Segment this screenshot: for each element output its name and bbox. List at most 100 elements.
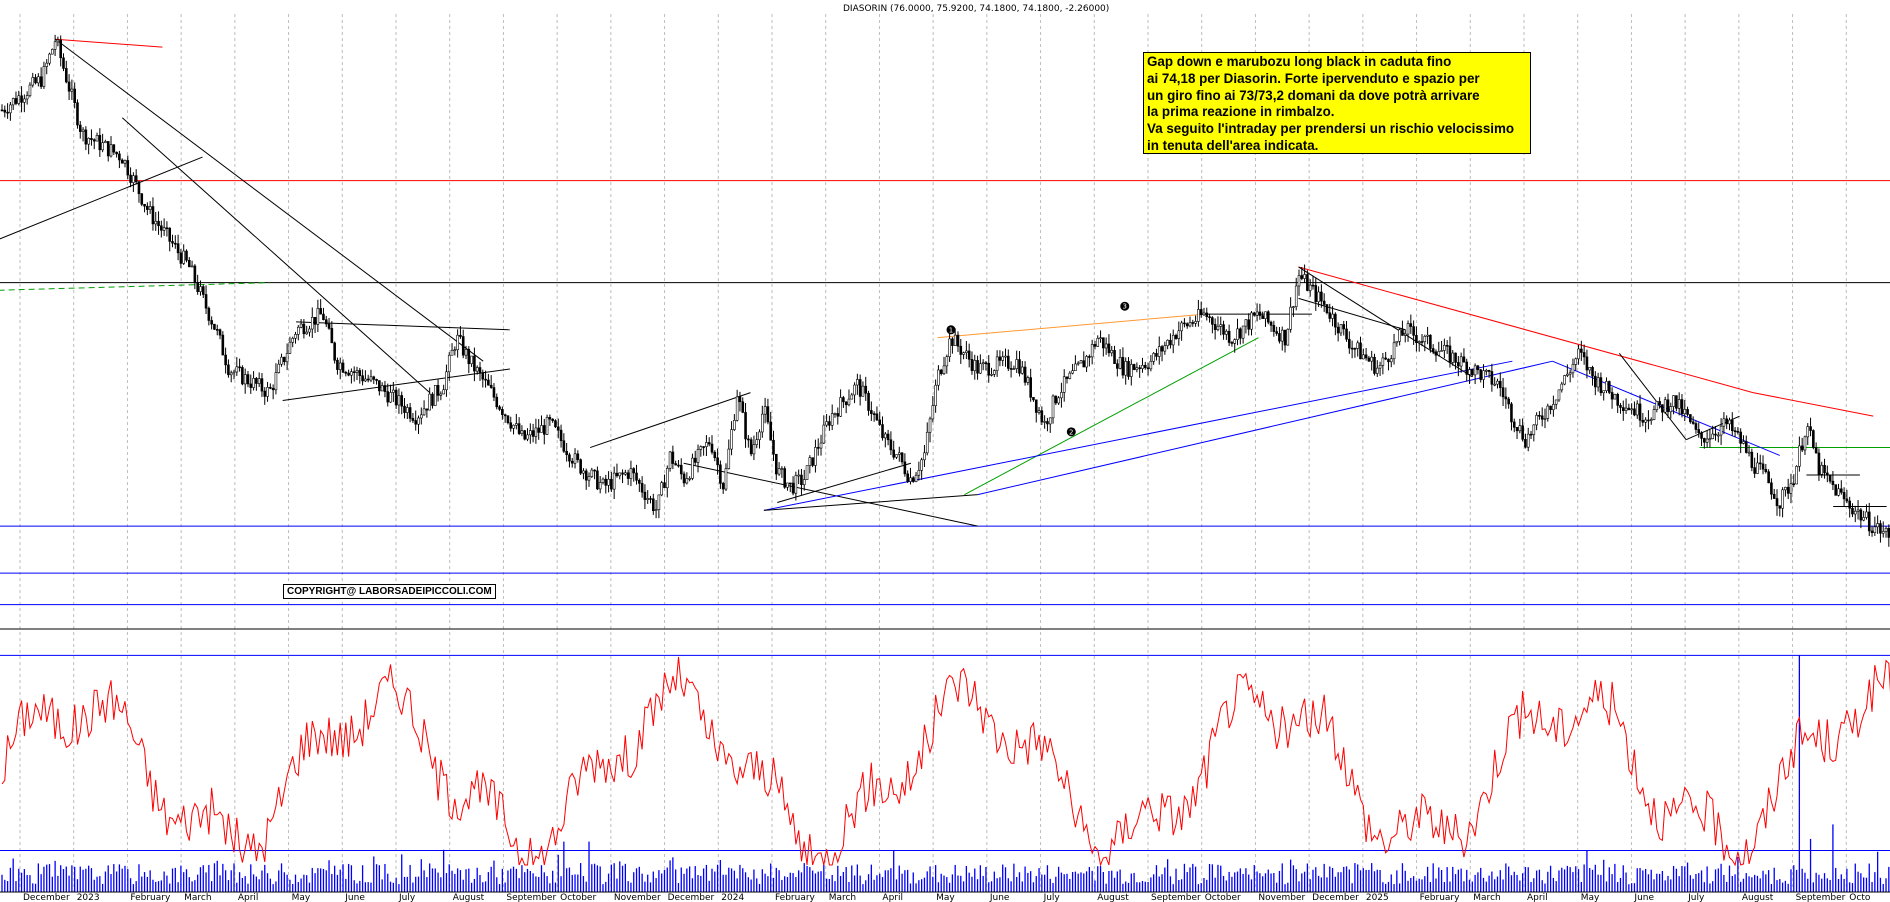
price-bar-body	[875, 413, 879, 421]
price-bar-body	[1789, 483, 1793, 494]
note-line: ai 74,18 per Diasorin. Forte ipervenduto…	[1147, 70, 1480, 86]
price-bar-body	[1336, 326, 1340, 334]
price-bar-body	[1638, 403, 1642, 421]
price-bar-body	[976, 360, 979, 374]
price-bar-body	[162, 227, 166, 231]
price-bar-body	[1733, 430, 1737, 433]
price-bar-body	[1129, 364, 1133, 377]
price-bar-body	[1071, 370, 1074, 374]
price-bar-body	[1093, 344, 1097, 347]
price-bar-body	[984, 362, 988, 365]
price-bar-body	[610, 478, 613, 490]
price-bar-body	[1826, 472, 1829, 476]
price-bar-body	[1532, 424, 1536, 435]
price-bar-body	[1183, 322, 1186, 325]
price-bar-body	[1496, 380, 1499, 385]
price-bar-body	[1356, 342, 1360, 349]
month-label: September	[1796, 893, 1846, 902]
price-bar-body	[101, 142, 104, 151]
price-bar-body	[816, 447, 820, 449]
price-bar-body	[308, 328, 311, 333]
price-bar-body	[1020, 366, 1024, 374]
price-bar-body	[112, 144, 116, 153]
price-bar-body	[210, 320, 213, 325]
price-bar-body	[1717, 434, 1720, 437]
price-bar-body	[1459, 356, 1463, 367]
price-bar-body	[1012, 368, 1016, 370]
price-bar-body	[1085, 356, 1088, 368]
price-bar-body	[587, 476, 591, 481]
price-bar-body	[185, 250, 188, 261]
price-bar-body	[1225, 330, 1228, 335]
price-bar-body	[341, 362, 345, 373]
price-bar-body	[1800, 445, 1804, 451]
month-label: March	[829, 893, 856, 902]
price-bar-body	[1560, 383, 1564, 391]
price-bar-body	[378, 380, 381, 392]
price-bar-body	[1504, 396, 1508, 400]
price-bar-body	[1398, 329, 1401, 342]
price-bar-body	[350, 371, 353, 376]
price-bar-body	[1169, 339, 1172, 346]
price-bar-body	[657, 494, 661, 510]
price-bar-body	[327, 323, 331, 329]
month-label: February	[130, 893, 171, 902]
price-bar-body	[1046, 421, 1049, 425]
price-bar-body	[241, 367, 244, 385]
price-bar-body	[428, 393, 431, 411]
month-label: November	[1258, 893, 1305, 902]
price-bar-body	[1518, 425, 1522, 432]
price-bar-body	[1798, 445, 1801, 467]
price-bar-body	[1090, 344, 1094, 358]
price-bar-body	[626, 472, 630, 479]
price-bar-body	[607, 478, 610, 486]
price-bar-body	[604, 478, 608, 486]
price-bar-body	[224, 354, 227, 366]
month-label: April	[882, 893, 903, 902]
price-bar-body	[1037, 410, 1041, 413]
price-bar-body	[294, 334, 297, 339]
price-bar-body	[870, 410, 873, 414]
price-bar-body	[1580, 348, 1583, 353]
price-bar-body	[867, 392, 870, 411]
price-bar-body	[1884, 527, 1888, 532]
price-bar-body	[456, 334, 459, 351]
price-bar-body	[665, 468, 669, 489]
price-bar-body	[638, 480, 641, 484]
price-bar-body	[624, 472, 627, 475]
price-bar-body	[749, 439, 753, 455]
price-bar-body	[1842, 492, 1846, 500]
price-bar-body	[523, 430, 527, 440]
price-bar-body	[1708, 438, 1712, 440]
price-bar-body	[735, 396, 739, 421]
price-bar-body	[1236, 328, 1239, 340]
price-bar-body	[1197, 309, 1200, 322]
price-bar-body	[1060, 392, 1063, 399]
price-bar-body	[352, 371, 356, 373]
price-bar-body	[1873, 526, 1877, 534]
price-bar-body	[660, 482, 663, 496]
price-bar-body	[1577, 348, 1580, 360]
price-bar-body	[1744, 441, 1748, 453]
price-bar-body	[828, 421, 831, 426]
price-bar-body	[1174, 334, 1178, 339]
price-bar-body	[945, 356, 949, 367]
price-bar-body	[1591, 367, 1594, 377]
price-bar-body	[1219, 324, 1223, 327]
price-bar-body	[830, 413, 834, 426]
price-bar-body	[1406, 323, 1410, 335]
month-labels: December 2023 February March April May June Jul…	[23, 893, 1871, 902]
price-bar-body	[842, 397, 845, 403]
price-bar-body	[3, 109, 7, 113]
month-label: May	[292, 893, 311, 902]
price-bar-body	[1853, 510, 1857, 515]
price-bar-body	[1834, 484, 1838, 496]
price-bar-body	[1068, 372, 1072, 379]
price-bar-body	[1149, 361, 1153, 370]
price-bar-body	[1722, 418, 1726, 427]
stock-chart: 7075808590951001051101151201251301351401…	[0, 0, 1890, 902]
price-bar-body	[475, 367, 479, 372]
price-bar-body	[1700, 432, 1703, 439]
price-bar-body	[34, 77, 37, 84]
price-bar-body	[1048, 417, 1052, 425]
